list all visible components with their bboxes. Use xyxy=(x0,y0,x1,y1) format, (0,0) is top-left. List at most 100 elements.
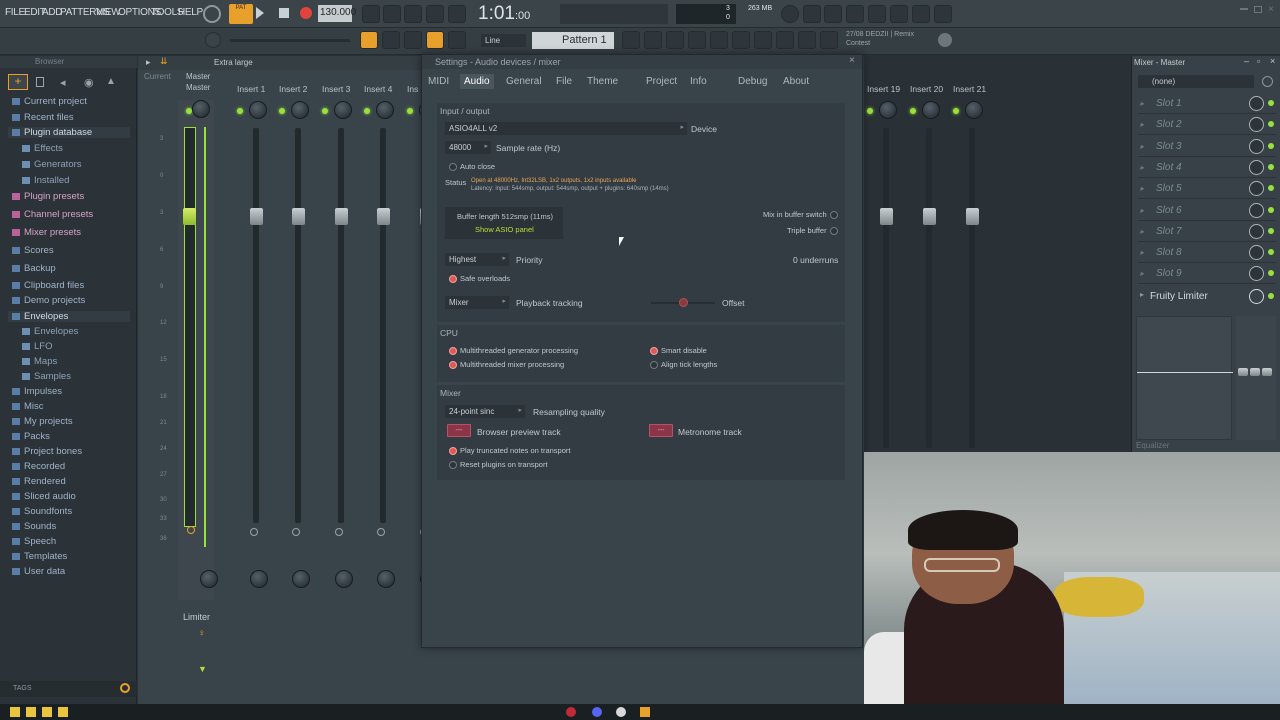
browser-item[interactable]: Sounds xyxy=(12,521,56,532)
save-template-icon[interactable] xyxy=(934,5,952,23)
effect-slot[interactable]: Slot 5 ▸ xyxy=(1138,179,1276,200)
insert-led[interactable] xyxy=(237,108,243,114)
sample-rate-select[interactable]: 48000 xyxy=(445,141,491,154)
safe-overloads-radio[interactable] xyxy=(449,275,457,283)
step-edit-icon[interactable] xyxy=(426,5,444,23)
browser-item[interactable]: Recent files xyxy=(12,112,74,123)
limiter-slot-icon[interactable]: ♀ xyxy=(198,628,206,639)
tags-bar[interactable]: TAGS xyxy=(0,681,137,697)
chat-icon[interactable] xyxy=(912,5,930,23)
effect-slot[interactable]: Slot 9 ▸ xyxy=(1138,264,1276,285)
browser-item[interactable]: My projects xyxy=(12,416,73,427)
menu-file[interactable]: FILE xyxy=(5,7,25,18)
input-select[interactable]: (none) xyxy=(1138,75,1254,88)
play-icon[interactable] xyxy=(256,7,264,19)
reset-plugins-radio[interactable] xyxy=(449,461,457,469)
effect-slot[interactable]: Slot 1 ▸ xyxy=(1138,94,1276,114)
tab-debug[interactable]: Debug xyxy=(738,76,767,87)
browser-item[interactable]: Plugin database xyxy=(8,127,130,138)
slot-on-led[interactable] xyxy=(1268,227,1274,234)
loop-record-icon[interactable] xyxy=(448,5,466,23)
panel-minimize-icon[interactable]: – xyxy=(1244,56,1249,66)
slot-mix-knob[interactable] xyxy=(1249,138,1264,154)
help-icon[interactable] xyxy=(846,5,864,23)
menu-view[interactable]: VIEW xyxy=(96,7,121,18)
master-strip[interactable] xyxy=(178,100,218,600)
insert-strip[interactable]: Insert 4 xyxy=(360,78,400,608)
browser-item[interactable]: Templates xyxy=(12,551,67,562)
insert-led[interactable] xyxy=(364,108,370,114)
offset-slider[interactable] xyxy=(651,298,715,307)
resampling-select[interactable]: 24-point sinc xyxy=(445,405,525,418)
insert-route-icon[interactable] xyxy=(250,528,258,536)
taskbar-app-2-icon[interactable] xyxy=(26,707,36,717)
online-icon[interactable] xyxy=(781,5,799,23)
record-icon[interactable] xyxy=(300,7,312,19)
browser-item[interactable]: Packs xyxy=(12,431,50,442)
tab-audio[interactable]: Audio xyxy=(460,74,494,89)
mixer-menu-icon[interactable]: ▸ xyxy=(146,57,151,68)
browser-preview-track-button[interactable]: --- xyxy=(447,424,471,437)
slot-on-led[interactable] xyxy=(1268,206,1274,213)
touch-controller-icon[interactable] xyxy=(776,31,794,49)
slot-mix-knob[interactable] xyxy=(1249,96,1264,111)
browser-item[interactable]: Channel presets xyxy=(12,209,93,220)
browser-back-icon[interactable]: ◂ xyxy=(60,76,66,89)
tab-about[interactable]: About xyxy=(783,76,809,87)
pattern-select[interactable]: Pattern 1 xyxy=(532,32,614,49)
insert-fader[interactable] xyxy=(880,208,893,225)
slot-on-led[interactable] xyxy=(1268,163,1274,170)
taskbar-record-icon[interactable] xyxy=(566,707,576,717)
taskbar-chrome-icon[interactable] xyxy=(616,707,626,717)
eq-faders[interactable] xyxy=(1236,316,1276,440)
taskbar-app-3-icon[interactable] xyxy=(42,707,52,717)
browser-item[interactable]: Samples xyxy=(22,371,71,382)
insert-pan-knob[interactable] xyxy=(376,101,394,119)
browser-item[interactable]: Rendered xyxy=(12,476,66,487)
align-ticks-radio[interactable] xyxy=(650,361,658,369)
browser-item[interactable]: Impulses xyxy=(12,386,62,397)
insert-fader[interactable] xyxy=(377,208,390,225)
insert-strip[interactable]: Insert 3 xyxy=(318,78,358,608)
master-stereo-knob[interactable] xyxy=(200,570,218,588)
insert-route-icon[interactable] xyxy=(335,528,343,536)
slot-mix-knob[interactable] xyxy=(1249,181,1264,197)
browser-view-icon[interactable] xyxy=(732,31,750,49)
maximize-icon[interactable] xyxy=(1254,6,1262,13)
browser-search-icon[interactable]: ◉ xyxy=(84,76,94,89)
insert-route-icon[interactable] xyxy=(377,528,385,536)
browser-item[interactable]: Project bones xyxy=(12,446,82,457)
slot-on-led[interactable] xyxy=(1268,100,1274,106)
master-pan-knob[interactable] xyxy=(192,100,210,118)
countdown-icon[interactable] xyxy=(404,5,422,23)
insert-led[interactable] xyxy=(867,108,873,114)
tab-file[interactable]: File xyxy=(556,76,572,87)
slot-on-led[interactable] xyxy=(1268,270,1274,277)
effect-slot[interactable]: Slot 2 ▸ xyxy=(1138,115,1276,136)
browser-item[interactable]: User data xyxy=(12,566,65,577)
metronome-track-button[interactable]: --- xyxy=(649,424,673,437)
insert-led[interactable] xyxy=(953,108,959,114)
insert-stereo-knob[interactable] xyxy=(377,570,395,588)
metronome-icon[interactable] xyxy=(362,5,380,23)
close-all-icon[interactable] xyxy=(820,31,838,49)
mix-in-buffer-radio[interactable] xyxy=(830,211,838,219)
eq-fader-mid[interactable] xyxy=(1250,368,1260,376)
step-sequencer-icon[interactable] xyxy=(644,31,662,49)
tab-general[interactable]: General xyxy=(506,76,542,87)
offset-handle[interactable] xyxy=(679,298,688,307)
insert-led[interactable] xyxy=(279,108,285,114)
slot-mix-knob[interactable] xyxy=(1249,266,1264,282)
plugin-view-icon[interactable] xyxy=(754,31,772,49)
input-knob[interactable] xyxy=(1262,76,1273,87)
plugin-on-led[interactable] xyxy=(1268,293,1274,299)
browser-item[interactable]: Speech xyxy=(12,536,56,547)
slot-on-led[interactable] xyxy=(1268,185,1274,192)
tab-theme[interactable]: Theme xyxy=(587,76,618,87)
smart-disable-radio[interactable] xyxy=(650,347,658,355)
taskbar-app-4-icon[interactable] xyxy=(58,707,68,717)
browser-file-icon[interactable] xyxy=(36,77,44,87)
browser-item[interactable]: Maps xyxy=(22,356,57,367)
browser-item[interactable]: Scores xyxy=(12,245,54,256)
magnet-icon[interactable] xyxy=(426,31,444,49)
